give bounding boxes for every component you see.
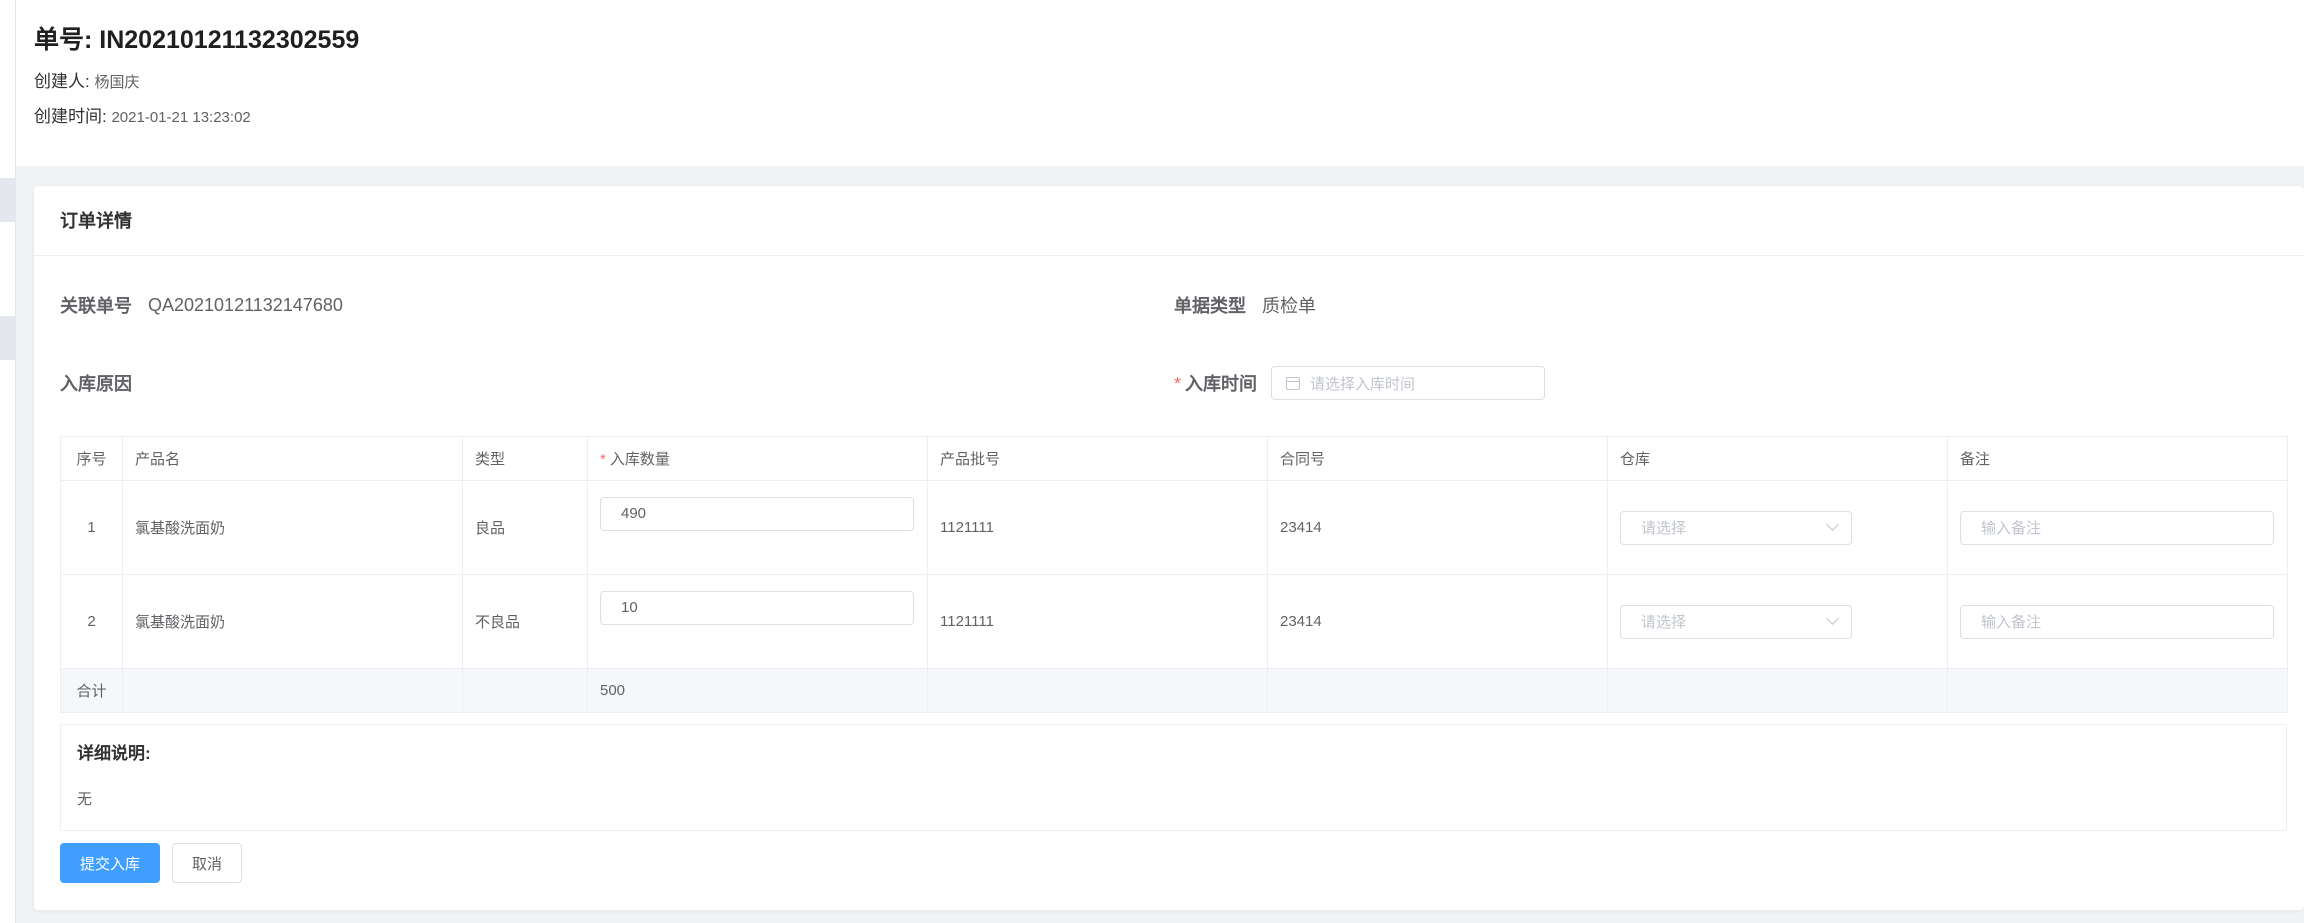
inbound-time-field: * 入库时间 请选择入库时间 bbox=[1174, 366, 1546, 400]
col-contract: 合同号 bbox=[1267, 436, 1608, 481]
row-batch: 1121111 bbox=[927, 574, 1268, 669]
calendar-icon bbox=[1286, 376, 1301, 390]
col-batch: 产品批号 bbox=[927, 436, 1268, 481]
row-index: 1 bbox=[60, 480, 123, 575]
chevron-down-icon bbox=[1826, 612, 1839, 625]
reason-label: 入库原因 bbox=[60, 374, 132, 394]
creator-label: 创建人: bbox=[34, 72, 90, 91]
row-remark-cell: 输入备注 bbox=[1947, 574, 2288, 669]
table-row: 2 氯基酸洗面奶 不良品 10 1121111 23414 请选择 输入备注 bbox=[60, 574, 2288, 669]
warehouse-select[interactable]: 请选择 bbox=[1620, 604, 1852, 639]
created-time-row: 创建时间: 2021-01-21 13:23:02 bbox=[34, 105, 2304, 130]
row-remark-cell: 输入备注 bbox=[1947, 480, 2288, 575]
row-qty-cell: 10 bbox=[587, 574, 928, 669]
table-header-row: 序号 产品名 类型 * 入库数量 产品批号 合同号 仓库 备注 bbox=[60, 436, 2288, 481]
inbound-time-placeholder: 请选择入库时间 bbox=[1310, 375, 1416, 393]
row-contract: 23414 bbox=[1267, 574, 1608, 669]
warehouse-select[interactable]: 请选择 bbox=[1620, 510, 1852, 545]
summary-qty-total: 500 bbox=[587, 668, 928, 713]
created-time-label: 创建时间: bbox=[34, 107, 107, 126]
col-type: 类型 bbox=[462, 436, 588, 481]
sidebar-marker bbox=[0, 178, 16, 222]
card-title: 订单详情 bbox=[34, 186, 2304, 256]
left-sidebar-edge bbox=[0, 0, 16, 923]
summary-row: 合计 500 bbox=[60, 668, 2288, 713]
creator-value: 杨国庆 bbox=[94, 74, 140, 91]
row-batch: 1121111 bbox=[927, 480, 1268, 575]
row-index: 2 bbox=[60, 574, 123, 669]
chevron-down-icon bbox=[1826, 518, 1839, 531]
col-product: 产品名 bbox=[122, 436, 463, 481]
summary-label: 合计 bbox=[60, 668, 123, 713]
row-qty-cell: 490 bbox=[587, 480, 928, 575]
created-time-value: 2021-01-21 13:23:02 bbox=[111, 109, 251, 126]
required-mark: * bbox=[600, 451, 606, 468]
row-product: 氯基酸洗面奶 bbox=[122, 480, 463, 575]
creator-row: 创建人: 杨国庆 bbox=[34, 70, 2304, 95]
qty-input[interactable]: 10 bbox=[600, 590, 914, 625]
inbound-time-label: * 入库时间 bbox=[1174, 374, 1258, 394]
warehouse-placeholder: 请选择 bbox=[1641, 520, 1687, 537]
related-no-field: 关联单号 QA20210121132147680 bbox=[60, 288, 343, 322]
row-type: 不良品 bbox=[462, 574, 588, 669]
reason-field: 入库原因 bbox=[60, 366, 132, 400]
row-warehouse-cell: 请选择 bbox=[1607, 480, 1948, 575]
doc-type-field: 单据类型 质检单 bbox=[1174, 288, 1316, 322]
remark-input[interactable]: 输入备注 bbox=[1960, 604, 2274, 639]
remark-input[interactable]: 输入备注 bbox=[1960, 510, 2274, 545]
qty-input[interactable]: 490 bbox=[600, 496, 914, 531]
inbound-time-picker[interactable]: 请选择入库时间 bbox=[1271, 366, 1546, 400]
col-index: 序号 bbox=[60, 436, 123, 481]
description-value: 无 bbox=[77, 791, 93, 808]
doc-type-value: 质检单 bbox=[1262, 296, 1316, 316]
col-warehouse: 仓库 bbox=[1607, 436, 1948, 481]
doc-type-label: 单据类型 bbox=[1174, 296, 1246, 316]
col-qty: * 入库数量 bbox=[587, 436, 928, 481]
description-box: 详细说明: 无 bbox=[60, 724, 2287, 831]
page-header: 单号: IN20210121132302559 创建人: 杨国庆 创建时间: 2… bbox=[16, 0, 2304, 166]
items-table: 序号 产品名 类型 * 入库数量 产品批号 合同号 仓库 备注 1 氯基酸洗面奶 … bbox=[60, 436, 2288, 713]
row-warehouse-cell: 请选择 bbox=[1607, 574, 1948, 669]
row-product: 氯基酸洗面奶 bbox=[122, 574, 463, 669]
row-type: 良品 bbox=[462, 480, 588, 575]
related-no-label: 关联单号 bbox=[60, 296, 132, 316]
order-detail-card: 订单详情 关联单号 QA20210121132147680 单据类型 质检单 入… bbox=[34, 186, 2304, 910]
related-no-value: QA20210121132147680 bbox=[148, 294, 343, 315]
submit-inbound-button[interactable]: 提交入库 bbox=[60, 843, 160, 883]
description-title: 详细说明: bbox=[77, 744, 151, 763]
cancel-button[interactable]: 取消 bbox=[172, 843, 242, 883]
row-contract: 23414 bbox=[1267, 480, 1608, 575]
required-mark: * bbox=[1174, 374, 1182, 394]
col-remark: 备注 bbox=[1947, 436, 2288, 481]
order-number-title: 单号: IN20210121132302559 bbox=[34, 26, 360, 54]
sidebar-marker bbox=[0, 316, 16, 360]
table-row: 1 氯基酸洗面奶 良品 490 1121111 23414 请选择 输入备注 bbox=[60, 480, 2288, 575]
warehouse-placeholder: 请选择 bbox=[1641, 614, 1687, 631]
